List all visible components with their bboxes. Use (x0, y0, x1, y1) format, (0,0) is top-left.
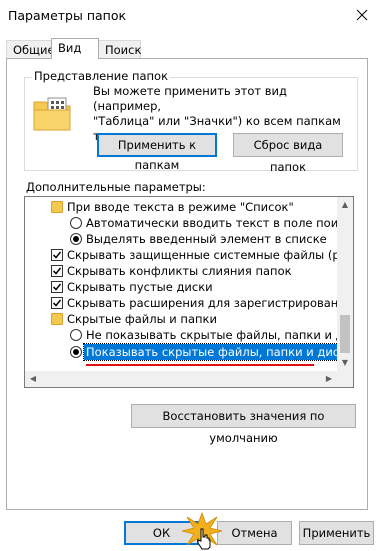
annotation-underline (86, 364, 314, 366)
tree-item-auto-type-search[interactable]: Автоматически вводить текст в поле поиск… (25, 215, 353, 231)
folder-icon (51, 201, 63, 213)
checkbox-checked-icon[interactable] (51, 281, 63, 293)
tree-item-label: Скрытые файлы и папки (67, 312, 217, 326)
radio-icon[interactable] (70, 217, 82, 229)
checkbox-checked-icon[interactable] (51, 265, 63, 277)
folder-view-icon (33, 97, 71, 131)
tree-item-label: Скрывать пустые диски (67, 280, 213, 294)
tree-item-label: Скрывать расширения для зарегистрированн… (67, 296, 354, 310)
restore-defaults-button[interactable]: Восстановить значения по умолчанию (131, 404, 356, 445)
tree-item-hidden-files-folder[interactable]: Скрытые файлы и папки (25, 311, 337, 327)
tree-item-label: Выделять введенный элемент в списке (86, 232, 327, 246)
tree-item-label: Скрывать конфликты слияния папок (67, 264, 292, 278)
folder-view-legend: Представление папок (32, 69, 171, 83)
scroll-up-icon[interactable]: ▲ (337, 197, 353, 213)
folder-icon (51, 313, 63, 325)
advanced-settings-tree[interactable]: При вводе текста в режиме "Список" Автом… (24, 196, 354, 388)
tab-general[interactable]: Общие (6, 40, 55, 58)
checkbox-checked-icon[interactable] (51, 249, 63, 261)
apply-to-folders-button[interactable]: Применить к папкам (97, 133, 217, 172)
reset-folders-button[interactable]: Сброс вида папок (233, 133, 343, 174)
tree-item-label: Автоматически вводить текст в поле поиск… (86, 216, 354, 230)
window-title: Параметры папок (8, 8, 127, 23)
tree-item-dont-show-hidden[interactable]: Не показывать скрытые файлы, папки и дис… (25, 327, 353, 343)
advanced-settings-label: Дополнительные параметры: (26, 180, 206, 194)
radio-checked-icon[interactable] (70, 233, 82, 245)
tree-item-label: При вводе текста в режиме "Список" (67, 200, 294, 214)
cancel-button[interactable]: Отмена (217, 521, 292, 545)
horizontal-scrollbar[interactable]: ◀ ▶ (25, 371, 337, 387)
close-icon[interactable] (352, 5, 372, 25)
tree-item-show-hidden[interactable]: Показывать скрытые файлы, папки и диски (25, 343, 353, 361)
scroll-thumb[interactable] (340, 315, 350, 353)
checkbox-checked-icon[interactable] (51, 297, 63, 309)
tree-item-list-typing[interactable]: При вводе текста в режиме "Список" (25, 199, 337, 215)
tab-view[interactable]: Вид (51, 38, 99, 59)
tree-item-hide-protected-files[interactable]: Скрывать защищенные системные файлы (рек… (25, 247, 353, 263)
tree-item-label: Скрывать защищенные системные файлы (рек… (67, 248, 354, 262)
mouse-cursor-icon (197, 528, 211, 550)
radio-icon[interactable] (70, 329, 82, 341)
tree-item-hide-merge-conflicts[interactable]: Скрывать конфликты слияния папок (25, 263, 337, 279)
tree-item-hide-extensions[interactable]: Скрывать расширения для зарегистрированн… (25, 295, 353, 311)
tree-item-hide-empty-drives[interactable]: Скрывать пустые диски (25, 279, 337, 295)
title-bar: Параметры папок (0, 0, 382, 32)
apply-button[interactable]: Применить (299, 521, 374, 545)
tree-item-select-typed[interactable]: Выделять введенный элемент в списке (25, 231, 337, 247)
scroll-left-icon[interactable]: ◀ (25, 371, 41, 387)
scroll-down-icon[interactable]: ▼ (337, 355, 353, 371)
tree-item-label: Не показывать скрытые файлы, папки и дис… (86, 328, 354, 342)
scroll-right-icon[interactable]: ▶ (321, 371, 337, 387)
vertical-scrollbar[interactable]: ▲ ▼ (337, 197, 353, 371)
description-line: "Таблица" или "Значки") ко всем папкам (93, 114, 341, 128)
scrollbar-corner (337, 371, 353, 387)
tab-search[interactable]: Поиск (98, 40, 141, 58)
tree-item-label-selected: Показывать скрытые файлы, папки и диски (83, 343, 354, 361)
description-line: Вы можете применить этот вид (например, (93, 84, 287, 113)
radio-checked-icon[interactable] (70, 346, 82, 358)
